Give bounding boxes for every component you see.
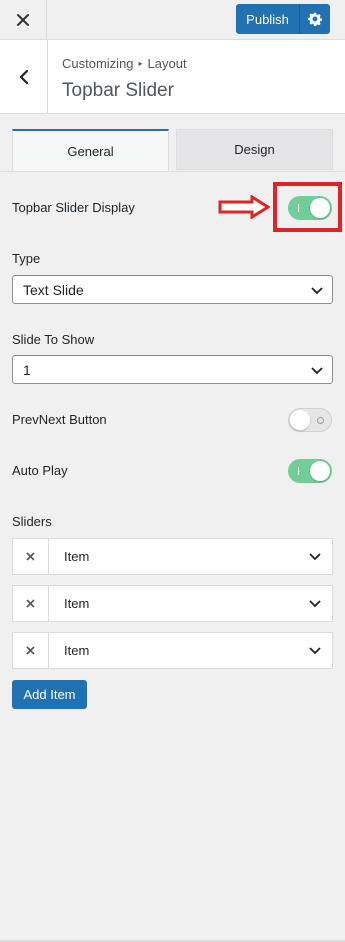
publish-button[interactable]: Publish	[236, 4, 299, 34]
item-label: Item	[64, 643, 90, 658]
customizer-topbar: Publish	[0, 0, 345, 40]
publish-settings-button[interactable]	[299, 4, 330, 34]
tab-divider	[0, 171, 345, 172]
chevron-down-icon	[311, 287, 323, 295]
list-item[interactable]: Item	[12, 585, 333, 622]
prevnext-toggle[interactable]	[288, 408, 332, 432]
type-select[interactable]: Text Slide	[12, 275, 333, 304]
type-select-value: Text Slide	[23, 281, 84, 298]
autoplay-label: Auto Play	[12, 463, 68, 478]
breadcrumb: Customizing ▸ Layout	[62, 56, 187, 71]
toggle-on-mark	[298, 467, 299, 475]
toggle-knob	[310, 461, 330, 481]
slide-to-show-select[interactable]: 1	[12, 355, 333, 384]
topbar-display-label: Topbar Slider Display	[12, 200, 135, 215]
type-label: Type	[12, 251, 41, 266]
breadcrumb-separator-icon: ▸	[138, 59, 143, 68]
slide-to-show-value: 1	[23, 361, 31, 378]
slide-to-show-label: Slide To Show	[12, 332, 95, 347]
chevron-down-icon[interactable]	[309, 599, 321, 609]
tab-design[interactable]: Design	[176, 129, 333, 170]
chevron-down-icon	[311, 367, 323, 375]
remove-item-button[interactable]	[13, 586, 49, 621]
close-icon	[26, 646, 35, 655]
close-button[interactable]	[0, 0, 47, 40]
close-icon	[17, 14, 29, 26]
toggle-knob	[310, 198, 330, 218]
add-item-button[interactable]: Add Item	[12, 680, 87, 709]
chevron-left-icon	[18, 69, 28, 84]
close-icon	[26, 599, 35, 608]
prevnext-label: PrevNext Button	[12, 412, 107, 427]
chevron-down-icon[interactable]	[309, 552, 321, 562]
topbar-display-toggle[interactable]	[288, 196, 332, 220]
page-title: Topbar Slider	[62, 80, 174, 101]
list-item[interactable]: Item	[12, 632, 333, 669]
section-header: Customizing ▸ Layout Topbar Slider	[0, 40, 345, 114]
close-icon	[26, 552, 35, 561]
tab-general[interactable]: General	[12, 129, 169, 172]
arrow-annotation-icon	[218, 194, 271, 222]
autoplay-toggle[interactable]	[288, 459, 332, 483]
toggle-off-mark	[317, 417, 324, 424]
sliders-label: Sliders	[12, 514, 52, 529]
remove-item-button[interactable]	[13, 633, 49, 668]
item-label: Item	[64, 549, 90, 564]
tab-bar: General Design	[0, 129, 345, 172]
breadcrumb-section: Layout	[147, 56, 187, 71]
publish-group: Publish	[236, 4, 330, 34]
back-button[interactable]	[0, 40, 48, 113]
remove-item-button[interactable]	[13, 539, 49, 574]
toggle-on-mark	[298, 204, 299, 212]
chevron-down-icon[interactable]	[309, 646, 321, 656]
gear-icon	[308, 12, 322, 26]
list-item[interactable]: Item	[12, 538, 333, 575]
breadcrumb-root: Customizing	[62, 56, 134, 71]
item-label: Item	[64, 596, 90, 611]
toggle-knob	[290, 410, 310, 430]
